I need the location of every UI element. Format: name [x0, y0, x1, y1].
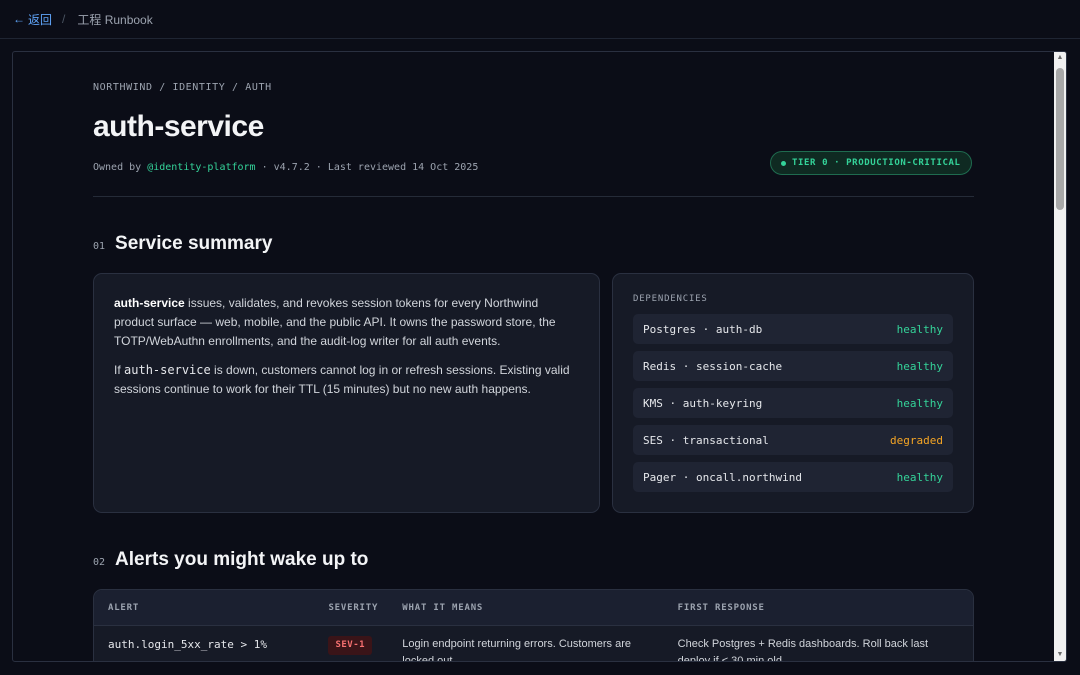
page-title: auth-service	[93, 110, 264, 143]
column-header-severity: SEVERITY	[328, 602, 379, 613]
back-link[interactable]: ← 返回	[13, 11, 52, 28]
dependency-status: healthy	[896, 396, 943, 410]
section-title: Service summary	[115, 233, 273, 254]
scrollbar-thumb[interactable]	[1056, 68, 1064, 210]
column-header-meaning: WHAT IT MEANS	[402, 602, 484, 613]
tier-label: TIER 0 · PRODUCTION-CRITICAL	[792, 158, 961, 168]
scroll-up-icon[interactable]: ▲	[1054, 52, 1066, 64]
service-path: NORTHWIND / IDENTITY / AUTH	[93, 82, 272, 93]
dependency-name: Pager · oncall.northwind	[643, 470, 802, 484]
alert-name: auth.login_5xx_rate > 1%	[108, 638, 267, 651]
dependency-status: healthy	[896, 359, 943, 373]
summary-text: If	[114, 363, 125, 377]
top-bar: ← 返回 / 工程 Runbook	[0, 0, 1080, 39]
owner-link[interactable]: @identity-platform	[147, 162, 255, 173]
dependency-row[interactable]: Redis · session-cache healthy	[633, 351, 953, 381]
scrollbar[interactable]: ▲ ▼	[1054, 52, 1066, 661]
dependency-status: degraded	[890, 433, 943, 447]
service-meta: Owned by @identity-platform · v4.7.2 · L…	[93, 162, 478, 173]
divider	[93, 196, 974, 197]
alert-response: Check Postgres + Redis dashboards. Roll …	[677, 638, 929, 662]
section-heading-alerts: 02 Alerts you might wake up to	[93, 549, 368, 571]
dependency-row[interactable]: Pager · oncall.northwind healthy	[633, 462, 953, 492]
dependency-name: SES · transactional	[643, 433, 769, 447]
arrow-left-icon: ←	[13, 12, 25, 26]
section-number: 01	[93, 241, 106, 252]
service-name-code: auth-service	[124, 363, 211, 377]
dependency-name: KMS · auth-keyring	[643, 396, 763, 410]
dependencies-label: DEPENDENCIES	[633, 294, 708, 304]
service-name-bold: auth-service	[114, 296, 185, 310]
breadcrumb-separator: /	[62, 12, 66, 26]
column-header-response: FIRST RESPONSE	[677, 602, 765, 613]
status-dot-icon	[781, 160, 786, 166]
meta-details: · v4.7.2 · Last reviewed 14 Oct 2025	[255, 162, 479, 173]
severity-badge: SEV-1	[328, 636, 373, 655]
severity-cell: SEV-1	[328, 636, 402, 661]
tier-badge: TIER 0 · PRODUCTION-CRITICAL	[770, 151, 972, 175]
table-row[interactable]: auth.login_5xx_rate > 1% SEV-1 Login end…	[94, 626, 973, 662]
dependency-row[interactable]: KMS · auth-keyring healthy	[633, 388, 953, 418]
dependency-name: Redis · session-cache	[643, 359, 783, 373]
dependency-name: Postgres · auth-db	[643, 322, 763, 336]
dependencies-card: DEPENDENCIES Postgres · auth-db healthy …	[612, 273, 974, 513]
owned-by-label: Owned by	[93, 162, 142, 173]
dependency-status: healthy	[896, 322, 943, 336]
breadcrumb: 工程 Runbook	[77, 12, 153, 27]
section-heading-summary: 01 Service summary	[93, 233, 272, 255]
section-title: Alerts you might wake up to	[115, 549, 369, 570]
summary-card: auth-service issues, validates, and revo…	[93, 273, 600, 513]
dependency-status: healthy	[896, 470, 943, 484]
section-number: 02	[93, 557, 106, 568]
summary-paragraph-1: auth-service issues, validates, and revo…	[114, 294, 579, 351]
dependency-row[interactable]: SES · transactional degraded	[633, 425, 953, 455]
back-label: 返回	[28, 12, 53, 27]
summary-paragraph-2: If auth-service is down, customers canno…	[114, 361, 579, 399]
alerts-table: ALERT SEVERITY WHAT IT MEANS FIRST RESPO…	[93, 589, 974, 662]
alert-meaning: Login endpoint returning errors. Custome…	[402, 638, 631, 662]
dependency-row[interactable]: Postgres · auth-db healthy	[633, 314, 953, 344]
table-header: ALERT SEVERITY WHAT IT MEANS FIRST RESPO…	[94, 590, 973, 626]
runbook-frame[interactable]: NORTHWIND / IDENTITY / AUTH auth-service…	[12, 51, 1067, 662]
scroll-down-icon[interactable]: ▼	[1054, 649, 1066, 661]
column-header-alert: ALERT	[108, 602, 140, 613]
